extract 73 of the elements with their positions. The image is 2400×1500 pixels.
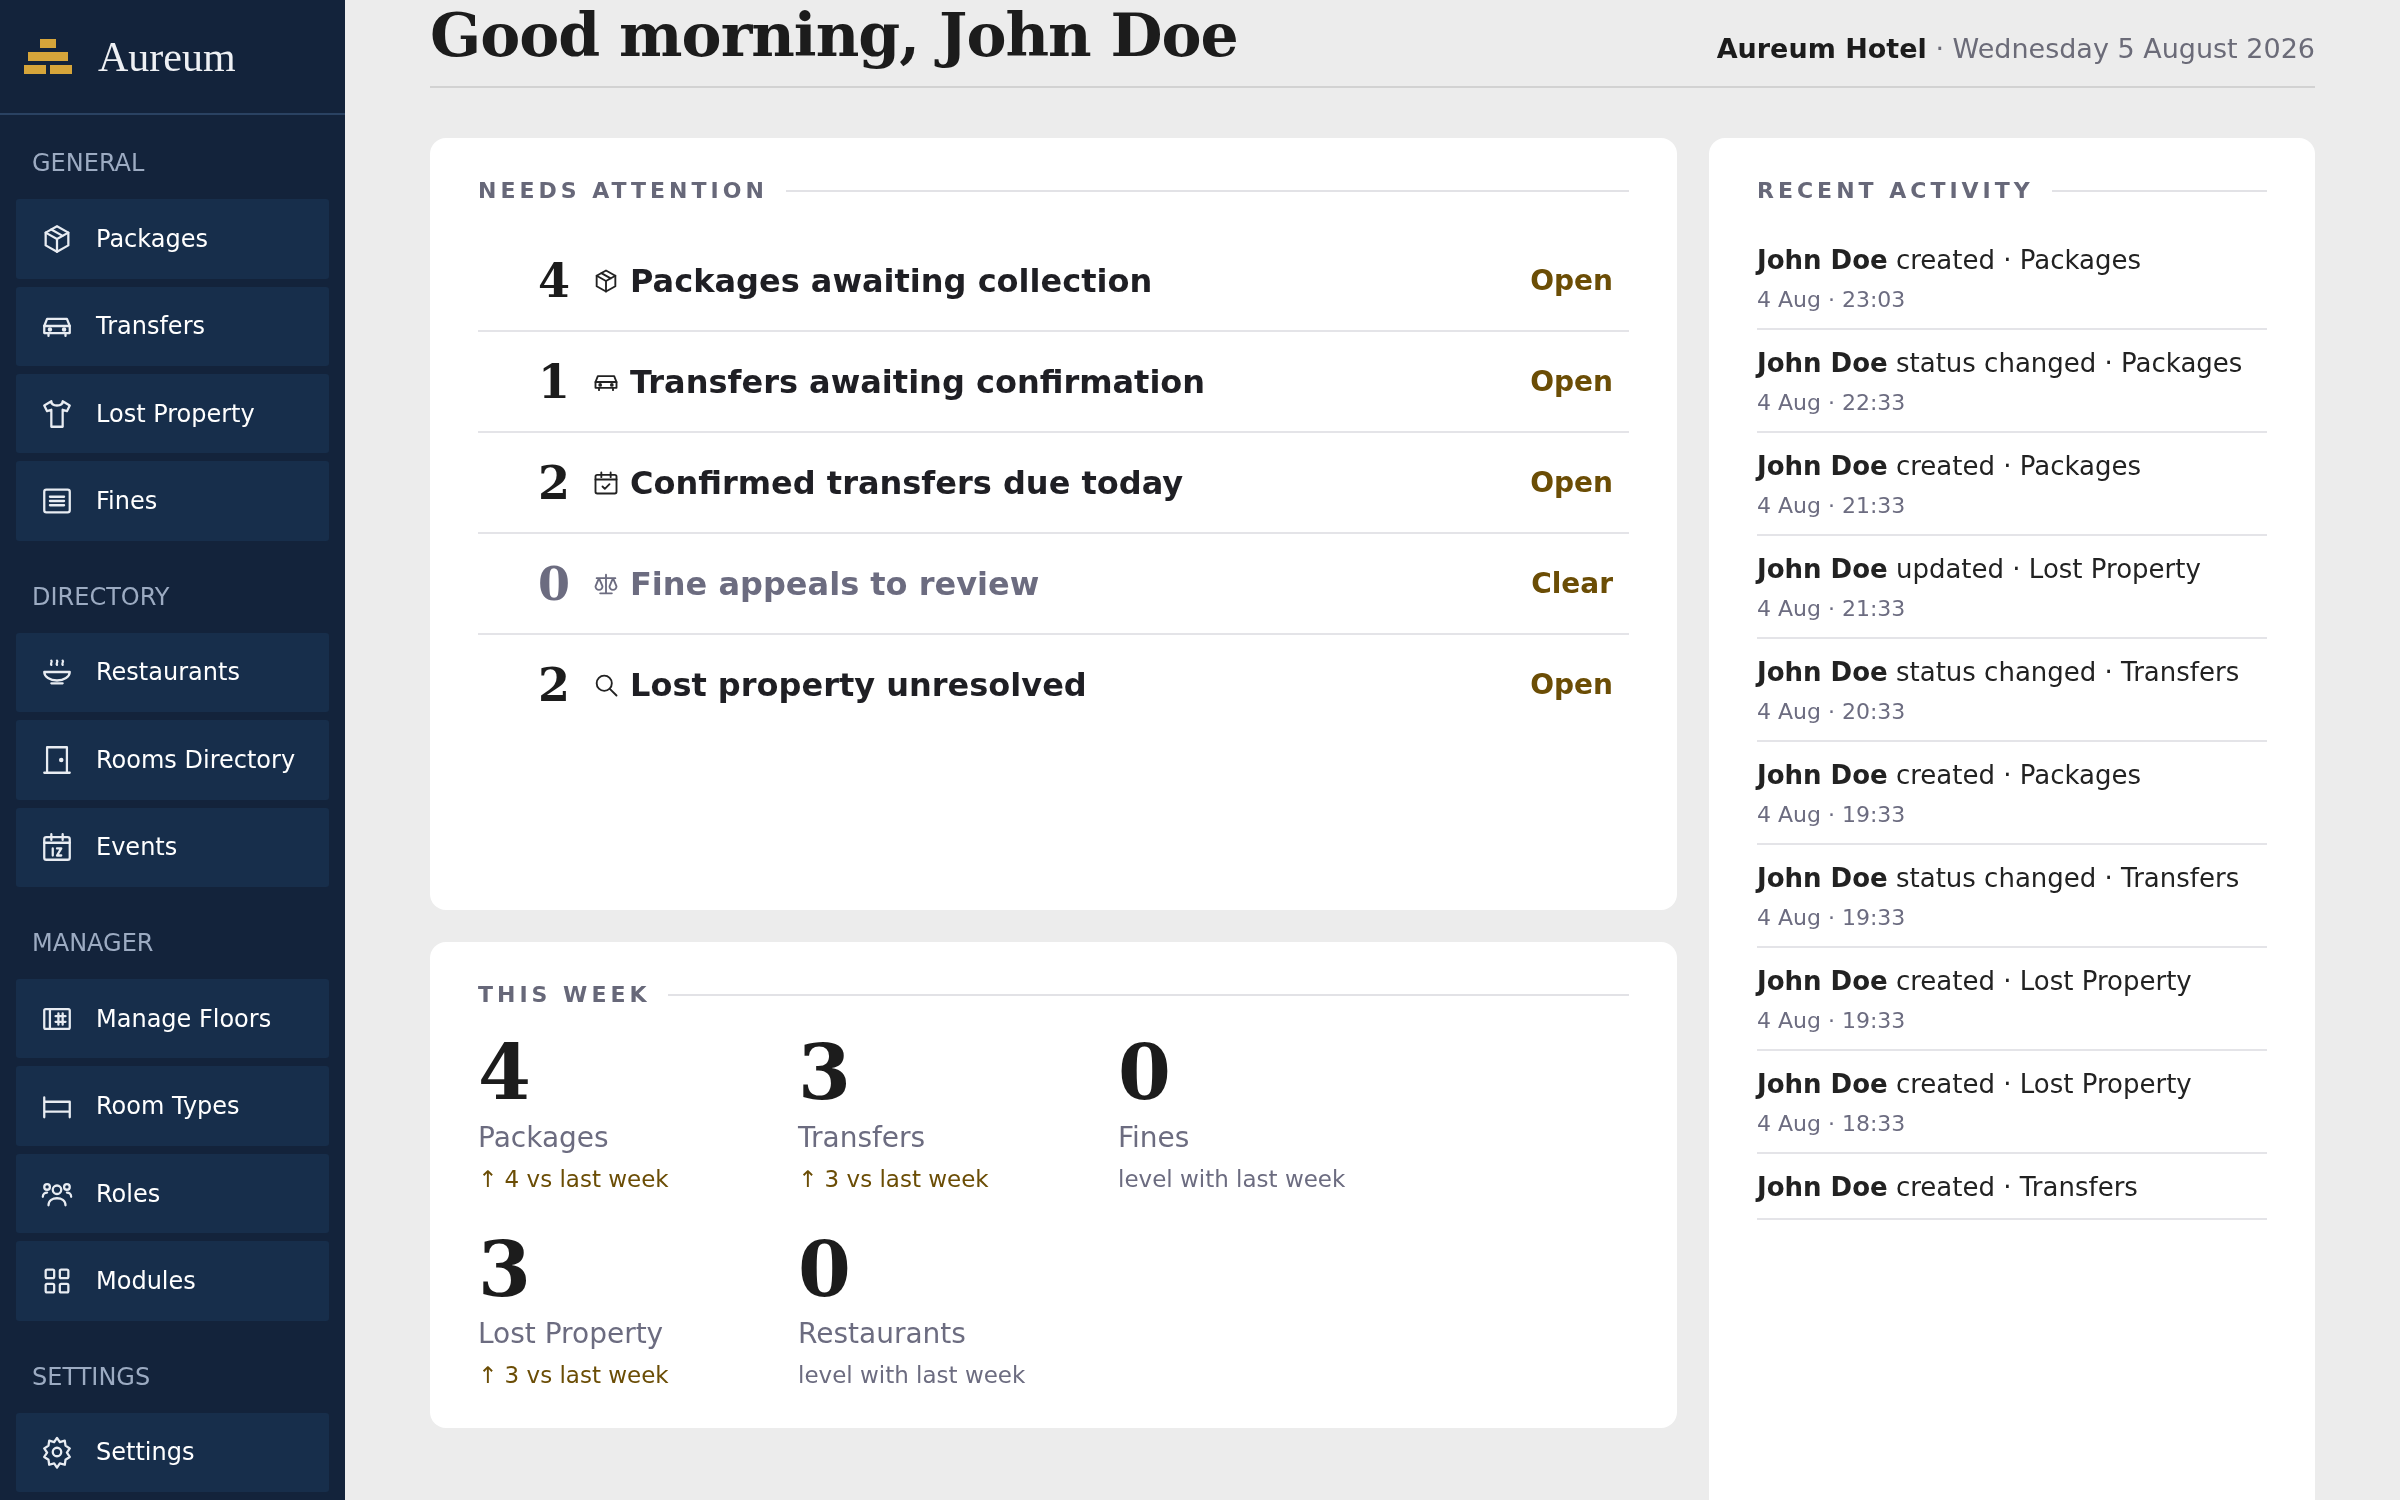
trend-text: ↑ 3 vs last week [478,1362,670,1389]
activity-time: 4 Aug · 20:33 [1757,699,1907,724]
card-title: RECENT ACTIVITY [1757,178,2034,203]
activity-text: John Doe created · Packages [1757,760,2143,790]
sidebar-item[interactable]: Rooms Directory [16,720,329,800]
activity-time: 4 Aug · 18:33 [1757,1111,1907,1136]
sidebar-item[interactable]: Transfers [16,286,329,366]
stat-label: Restaurants [798,1317,967,1351]
activity-text: John Doe created · Packages [1757,451,2143,481]
activity-time: 4 Aug · 22:33 [1757,390,1907,415]
section-label: MANAGER [31,928,155,959]
stat-label: Fines [1118,1120,1191,1154]
trend-text: level with last week [798,1362,1027,1389]
trend-text: level with last week [1118,1165,1347,1192]
activity-text: John Doe status changed · Transfers [1757,863,2241,893]
sidebar-item[interactable]: Packages [16,199,329,279]
stat-label: Packages [478,1120,610,1154]
action-link[interactable]: Clear [1515,567,1629,600]
activity-time: 4 Aug · 21:33 [1757,493,1907,518]
brand-name: Aureum [98,32,236,81]
sidebar-item[interactable]: Events [16,807,329,887]
action-link[interactable]: Open [1514,264,1629,297]
trend-text: ↑ 4 vs last week [478,1165,670,1192]
sidebar-item[interactable]: Lost Property [16,373,329,454]
activity-text: John Doe status changed · Transfers [1757,657,2241,687]
count: 2 [537,657,570,712]
stat-value: 0 [1118,1031,1172,1115]
sidebar-item[interactable]: Fines [16,461,329,541]
task-label: Packages awaiting collection [630,261,1154,300]
activity-text: John Doe created · Packages [1757,245,2143,275]
greeting-title: Good morning, John Doe [430,0,1238,70]
activity-text: John Doe created · Lost Property [1757,966,2193,996]
trend-text: ↑ 3 vs last week [798,1165,990,1192]
task-label: Fine appeals to review [630,564,1041,603]
section-label: GENERAL [31,148,146,180]
activity-time: 4 Aug · 19:33 [1757,1008,1907,1033]
sidebar-item[interactable]: Restaurants [16,632,329,713]
count: 0 [537,556,570,611]
sidebar-item[interactable]: Manage Floors [16,979,329,1059]
stat-value: 3 [798,1031,852,1115]
stat-value: 3 [478,1227,532,1312]
sidebar-item[interactable]: Room Types [16,1066,329,1146]
activity-time: 4 Aug · 19:33 [1757,802,1907,827]
action-link[interactable]: Open [1514,365,1629,398]
task-label: Lost property unresolved [630,665,1088,704]
activity-text: John Doe created · Lost Property [1757,1069,2193,1099]
sidebar-item[interactable]: Settings [16,1412,329,1493]
logo-icon [24,38,72,75]
count: 2 [537,455,570,510]
settings-icon [40,1435,74,1470]
card-title: THIS WEEK [478,982,651,1007]
count: 1 [537,354,570,409]
activity-time: 4 Aug · 21:33 [1757,596,1907,621]
activity-time: 4 Aug · 23:03 [1757,287,1907,312]
activity-text: John Doe created · Transfers [1757,1172,2139,1202]
stat-value: 0 [798,1227,852,1312]
section-label: SETTINGS [31,1361,152,1393]
stat-label: Transfers [798,1120,927,1154]
stat-value: 4 [478,1031,532,1115]
stat-label: Lost Property [478,1317,665,1351]
sidebar-item[interactable]: Modules [16,1241,329,1321]
activity-text: John Doe updated · Lost Property [1757,554,2202,584]
task-label: Confirmed transfers due today [630,463,1185,502]
sidebar-item[interactable]: Roles [16,1153,329,1234]
section-label: DIRECTORY [31,581,171,613]
activity-time: 4 Aug · 19:33 [1757,905,1907,930]
action-link[interactable]: Open [1514,466,1629,499]
action-link[interactable]: Open [1514,668,1629,701]
hotel-date: Aureum Hotel · Wednesday 5 August 2026 [1716,33,2315,66]
task-label: Transfers awaiting confirmation [630,362,1207,401]
activity-text: John Doe status changed · Packages [1757,348,2244,378]
count: 4 [537,253,570,308]
card-title: NEEDS ATTENTION [478,178,768,203]
